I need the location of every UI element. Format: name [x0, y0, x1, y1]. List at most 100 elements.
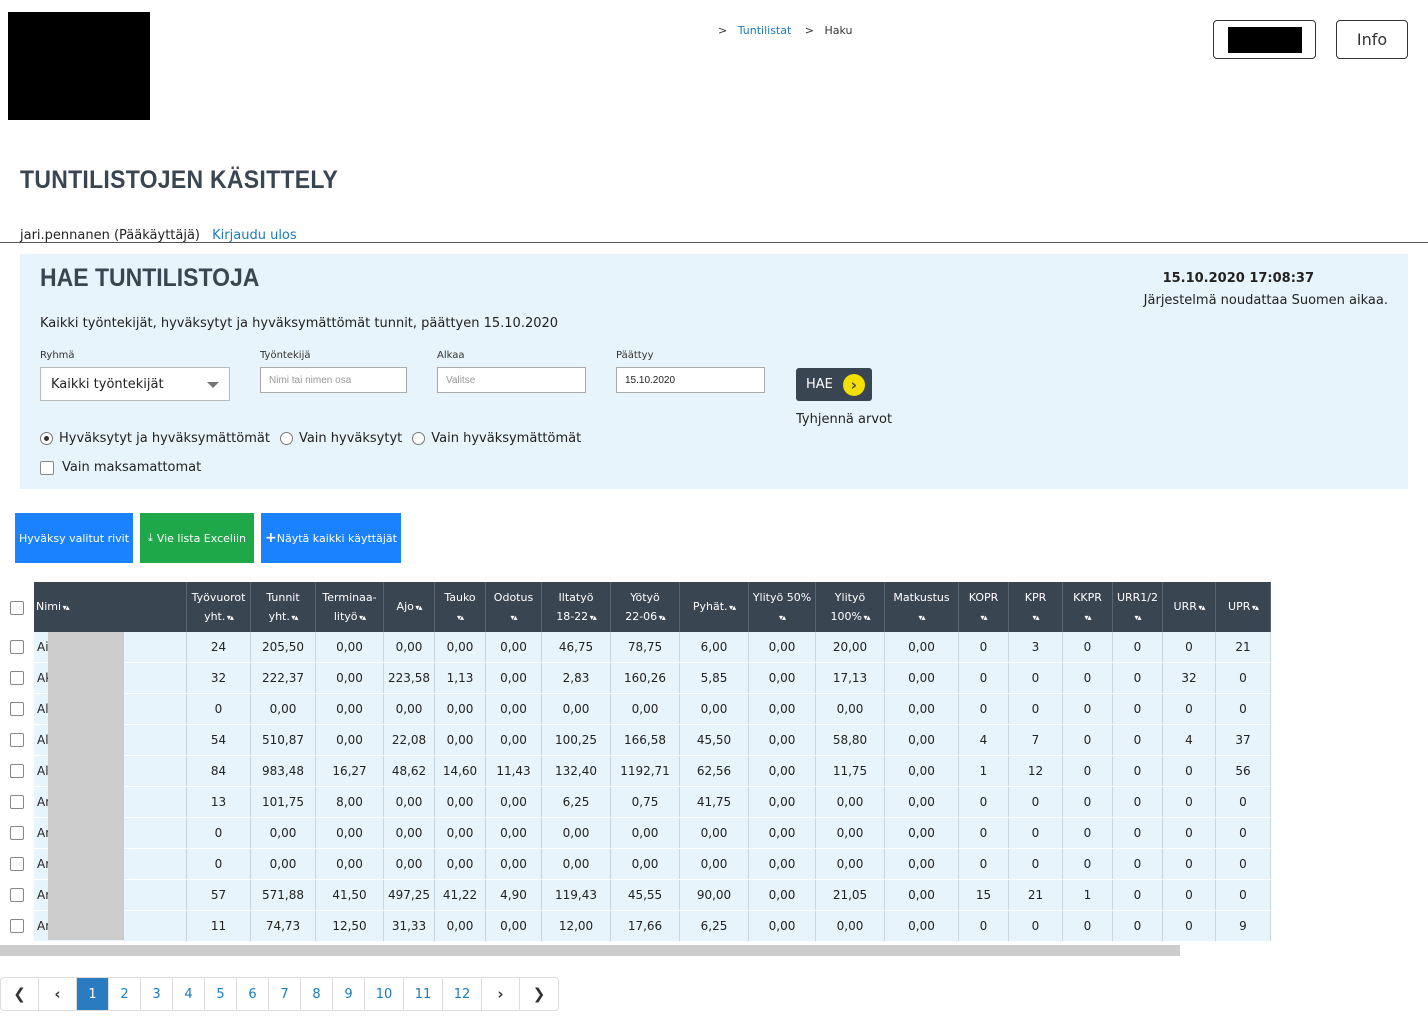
column-header[interactable]: KPR ▾▴: [1008, 582, 1063, 632]
column-header[interactable]: Työvuorot yht. ▾▴: [186, 582, 251, 632]
sort-icon[interactable]: ▾▴: [1134, 613, 1141, 622]
sort-icon[interactable]: ▾▴: [980, 613, 987, 622]
radio-option-unapproved[interactable]: Vain hyväksymättömät: [412, 431, 581, 446]
sort-icon[interactable]: ▾▴: [358, 613, 366, 622]
table-cell: 0,00: [383, 817, 435, 849]
table-row[interactable]: All 54 510,87 0,00 22,08 0,00 0,00 100,25 166,58…: [0, 724, 1271, 756]
sort-icon[interactable]: ▾▴: [728, 603, 736, 612]
page-9[interactable]: 9: [333, 978, 365, 1010]
column-header[interactable]: URR ▾▴: [1162, 582, 1216, 632]
column-header[interactable]: Tauko ▾▴: [434, 582, 486, 632]
sort-icon[interactable]: ▾▴: [1084, 613, 1091, 622]
page-8[interactable]: 8: [301, 978, 333, 1010]
unpaid-only-option[interactable]: Vain maksamattomat: [40, 460, 201, 475]
column-header[interactable]: URR1/2 ▾▴: [1112, 582, 1163, 632]
table-row[interactable]: An 13 101,75 8,00 0,00 0,00 0,00 6,25 0,75 41,75 0…: [0, 786, 1271, 818]
table-row[interactable]: An 0 0,00 0,00 0,00 0,00 0,00 0,00 0,00 0,00 0,00 0…: [0, 817, 1271, 849]
start-date-input[interactable]: [437, 367, 586, 393]
radio-option-approved[interactable]: Vain hyväksytyt: [279, 431, 402, 446]
row-checkbox[interactable]: [10, 919, 24, 934]
horizontal-scrollbar[interactable]: [0, 945, 1180, 956]
row-checkbox[interactable]: [10, 795, 24, 810]
radio-button[interactable]: [40, 432, 53, 445]
sort-icon[interactable]: ▾▴: [414, 603, 422, 612]
user-menu-button[interactable]: [1213, 20, 1316, 59]
show-all-users-button[interactable]: + Näytä kaikki käyttäjät: [261, 513, 401, 563]
radio-button[interactable]: [412, 432, 426, 445]
page-6[interactable]: 6: [237, 978, 269, 1010]
row-checkbox[interactable]: [10, 702, 24, 717]
page-3[interactable]: 3: [141, 978, 173, 1010]
export-excel-button[interactable]: ⤓ Vie lista Exceliin: [140, 513, 254, 563]
column-header[interactable]: Matkustus ▾▴: [884, 582, 959, 632]
logout-link[interactable]: Kirjaudu ulos: [212, 228, 297, 243]
column-header[interactable]: KKPR ▾▴: [1062, 582, 1113, 632]
sort-icon[interactable]: ▾▴: [1250, 603, 1259, 612]
sort-icon[interactable]: ▾▴: [225, 613, 234, 622]
sort-icon[interactable]: ▾▴: [862, 613, 870, 622]
approve-selected-button[interactable]: Hyväksy valitut rivit: [15, 513, 133, 563]
table-row[interactable]: An 11 74,73 12,50 31,33 0,00 0,00 12,00 17,66 6,2…: [0, 910, 1271, 942]
sort-icon[interactable]: ▾▴: [290, 613, 298, 622]
sort-icon[interactable]: ▾▴: [1032, 613, 1039, 622]
unpaid-only-checkbox[interactable]: [40, 460, 54, 475]
sort-icon[interactable]: ▾▴: [510, 613, 517, 622]
radio-option-all[interactable]: Hyväksytyt ja hyväksymättömät: [40, 431, 270, 446]
table-cell: 0,00: [679, 817, 749, 849]
table-row[interactable]: Ak 32 222,37 0,00 223,58 1,13 0,00 2,83 160,26 5,…: [0, 662, 1271, 694]
column-header[interactable]: Odotus ▾▴: [485, 582, 542, 632]
row-checkbox[interactable]: [10, 826, 24, 841]
column-header[interactable]: Iltatyö 18-22 ▾▴: [541, 582, 611, 632]
row-checkbox[interactable]: [10, 671, 24, 686]
column-header[interactable]: Ajo ▾▴: [383, 582, 435, 632]
column-header[interactable]: Ylityö 50% ▾▴: [748, 582, 816, 632]
table-row[interactable]: Alv 84 983,48 16,27 48,62 14,60 11,43 132,40 119…: [0, 755, 1271, 787]
column-header[interactable]: Ylityö 100% ▾▴: [815, 582, 885, 632]
column-header[interactable]: UPR ▾▴: [1215, 582, 1271, 632]
sort-icon[interactable]: ▾▴: [918, 613, 925, 622]
table-row[interactable]: An 0 0,00 0,00 0,00 0,00 0,00 0,00 0,00 0,00 0,00 0…: [0, 848, 1271, 880]
sort-icon[interactable]: ▾▴: [588, 613, 597, 622]
page-12[interactable]: 12: [443, 978, 482, 1010]
page-1[interactable]: 1: [77, 978, 109, 1010]
page-5[interactable]: 5: [205, 978, 237, 1010]
next-page-icon[interactable]: ›: [482, 978, 520, 1010]
employee-input[interactable]: [260, 367, 407, 393]
page-4[interactable]: 4: [173, 978, 205, 1010]
clear-values-link[interactable]: Tyhjennä arvot: [796, 412, 892, 427]
sort-icon[interactable]: ▾▴: [457, 613, 464, 622]
sort-icon[interactable]: ▾▴: [61, 603, 70, 612]
group-select[interactable]: Kaikki työntekijät: [40, 367, 230, 401]
select-all-checkbox[interactable]: [10, 600, 24, 615]
info-button[interactable]: Info: [1336, 20, 1408, 59]
end-date-input[interactable]: [616, 367, 765, 393]
table-row[interactable]: Aig 24 205,50 0,00 0,00 0,00 0,00 46,75 78,75 6,0…: [0, 632, 1271, 663]
page-7[interactable]: 7: [269, 978, 301, 1010]
sort-icon[interactable]: ▾▴: [1197, 603, 1205, 612]
column-header[interactable]: Yötyö 22-06 ▾▴: [610, 582, 680, 632]
search-button[interactable]: HAE ›: [796, 368, 872, 401]
first-page-icon[interactable]: ❮: [1, 978, 39, 1010]
breadcrumb-link-tuntilistat[interactable]: Tuntilistat: [738, 24, 792, 37]
row-checkbox[interactable]: [10, 857, 24, 872]
row-checkbox[interactable]: [10, 888, 24, 903]
row-checkbox[interactable]: [10, 764, 24, 779]
previous-page-icon[interactable]: ‹: [39, 978, 77, 1010]
column-header[interactable]: Nimi ▾▴: [34, 582, 187, 632]
sort-icon[interactable]: ▾▴: [657, 613, 666, 622]
column-header[interactable]: Pyhät. ▾▴: [679, 582, 749, 632]
column-header[interactable]: KOPR ▾▴: [958, 582, 1009, 632]
table-cell: 0,00: [315, 848, 384, 880]
table-row[interactable]: An 57 571,88 41,50 497,25 41,22 4,90 119,43 45,5…: [0, 879, 1271, 911]
table-row[interactable]: Ale 0 0,00 0,00 0,00 0,00 0,00 0,00 0,00 0,00 0,00…: [0, 693, 1271, 725]
column-header[interactable]: Tunnit yht. ▾▴: [250, 582, 316, 632]
page-11[interactable]: 11: [404, 978, 443, 1010]
sort-icon[interactable]: ▾▴: [779, 613, 786, 622]
radio-button[interactable]: [279, 432, 293, 445]
column-header[interactable]: Terminaa-lityö ▾▴: [315, 582, 384, 632]
last-page-icon[interactable]: ❯: [520, 978, 558, 1010]
row-checkbox[interactable]: [10, 733, 24, 748]
page-10[interactable]: 10: [365, 978, 404, 1010]
page-2[interactable]: 2: [109, 978, 141, 1010]
row-checkbox[interactable]: [10, 640, 24, 655]
